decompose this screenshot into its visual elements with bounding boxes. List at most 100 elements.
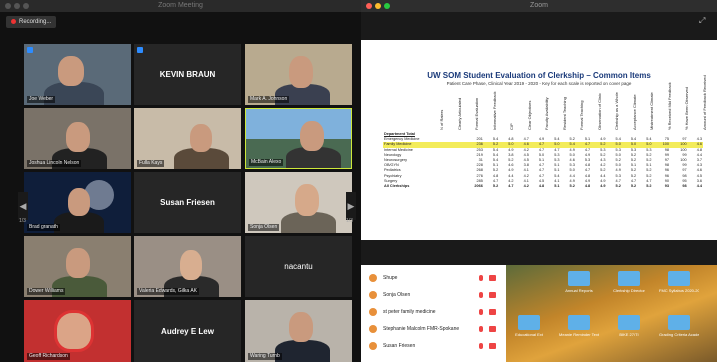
- maximize-window-icon[interactable]: [23, 3, 29, 9]
- muted-mic-icon[interactable]: [479, 326, 483, 332]
- muted-mic-icon[interactable]: [479, 343, 483, 349]
- video-tile[interactable]: Sonja Olsen: [245, 172, 352, 233]
- participant-list-item[interactable]: Sonja Olsen: [361, 288, 506, 302]
- table-cell: 5.1: [554, 184, 560, 189]
- participant-list-item[interactable]: Shupe: [361, 271, 506, 285]
- participant-name: Dower Williams: [27, 288, 66, 295]
- participant-name-placeholder: Susan Friesen: [160, 198, 215, 207]
- previous-page-button[interactable]: ◀: [18, 192, 28, 220]
- table-cell: 5.2: [615, 184, 621, 189]
- table-cell: 4.8: [538, 184, 545, 189]
- folder-icon[interactable]: [568, 315, 590, 330]
- video-tile[interactable]: Audrey E Lew: [134, 300, 241, 362]
- column-header: Informative Feedback: [491, 91, 497, 130]
- fullscreen-icon[interactable]: ⤢: [699, 16, 705, 26]
- close-window-icon[interactable]: [5, 3, 11, 9]
- column-header: Acceptance Climate: [631, 94, 637, 130]
- participant-name-placeholder: nacantu: [284, 262, 313, 271]
- video-tile-active-speaker[interactable]: McBain Alexo: [245, 108, 352, 169]
- folder-icon[interactable]: [618, 315, 640, 330]
- table-cell: 93: [664, 184, 670, 189]
- video-tile[interactable]: Joe Weber: [24, 44, 131, 105]
- muted-mic-icon[interactable]: [479, 292, 483, 298]
- page-indicator-right: 1/3: [346, 218, 353, 224]
- column-header: Mistreatment Climate: [649, 92, 654, 130]
- column-header: Observation of Clinic: [596, 93, 602, 130]
- column-header: % Have Been Observed: [684, 87, 689, 130]
- participant-name: Mark A. Johnson: [248, 96, 290, 103]
- table-cell: 4.2: [523, 184, 529, 189]
- participant-name: Waring Turnb: [248, 353, 282, 360]
- table-row: All Clerkships 2066 5.2 4.7 4.2 4.8 5.1 5.2 4.8 4…: [383, 184, 703, 189]
- column-header: N of Raters: [439, 109, 444, 130]
- video-tile[interactable]: nacantu: [245, 236, 352, 297]
- desktop-file-label: FMC Syllabus 2020-2021.pdf: [659, 288, 699, 293]
- video-off-icon[interactable]: [489, 275, 496, 281]
- window-title: Zoom: [530, 2, 548, 9]
- table-cell: 2066: [474, 184, 483, 189]
- folder-icon[interactable]: [568, 271, 590, 286]
- participant-list-item[interactable]: st peter family medicine: [361, 305, 506, 319]
- muted-mic-icon[interactable]: [479, 309, 483, 315]
- participant-face: [300, 121, 324, 151]
- muted-mic-icon[interactable]: [479, 275, 483, 281]
- participant-list-item[interactable]: Stephanie Malcolm FMR-Spokane: [361, 322, 506, 336]
- participant-list-item[interactable]: Susan Friesen: [361, 339, 506, 353]
- participant-name: Joshua Lincoln Nelson: [27, 160, 82, 167]
- video-tile[interactable]: Geoff Richardson: [24, 300, 131, 362]
- maximize-window-icon[interactable]: [384, 3, 390, 9]
- video-tile[interactable]: Susan Friesen: [134, 172, 241, 233]
- participant-name-placeholder: KEVIN BRAUN: [159, 70, 216, 79]
- chevron-right-icon: ▶: [347, 201, 355, 211]
- folder-icon[interactable]: [668, 271, 690, 286]
- video-off-icon[interactable]: [489, 326, 496, 332]
- participant-face: [54, 310, 94, 352]
- column-header: Clearly Articulated: [456, 97, 462, 130]
- close-window-icon[interactable]: [366, 3, 372, 9]
- participant-face: [180, 250, 202, 280]
- table-cell: 4.7: [508, 184, 514, 189]
- participants-panel: Shupe Sonja Olsen st peter family medicine…: [361, 265, 506, 362]
- recording-dot-icon: [11, 18, 16, 24]
- video-tile[interactable]: Brad granath: [24, 172, 131, 233]
- minimize-window-icon[interactable]: [14, 3, 20, 9]
- video-tile[interactable]: Fulla Kays: [134, 108, 241, 169]
- video-off-icon[interactable]: [489, 309, 496, 315]
- desktop-file-label: Grading Criteria Academic...2021.pdf: [659, 332, 699, 337]
- video-off-icon[interactable]: [489, 292, 496, 298]
- folder-icon[interactable]: [618, 271, 640, 286]
- participant-name: Fulla Kays: [137, 160, 165, 167]
- table-cell: 5.2: [646, 184, 652, 189]
- video-off-icon[interactable]: [489, 343, 496, 349]
- column-header: Formal Evaluation: [474, 97, 479, 130]
- video-tile[interactable]: Mark A. Johnson: [245, 44, 352, 105]
- desktop-file-label: Meanie Reminder Text: [559, 332, 599, 337]
- table-cell: 4.8: [584, 184, 591, 189]
- shared-slide: UW SOM Student Evaluation of Clerkship –…: [361, 40, 717, 240]
- zoom-gallery-window: Zoom Meeting Recording... Joe Weber KEVI…: [0, 0, 361, 362]
- participant-body: [275, 340, 330, 362]
- column-header: Amount of Feedback Received: [701, 75, 707, 130]
- participant-list-name: Sonja Olsen: [383, 292, 411, 298]
- participant-list-name: st peter family medicine: [383, 309, 436, 315]
- video-tile[interactable]: Valeria Edwards, Gilka AK: [134, 236, 241, 297]
- pin-icon: [27, 47, 33, 53]
- video-tile[interactable]: KEVIN BRAUN: [134, 44, 241, 105]
- avatar: [369, 274, 377, 282]
- avatar: [369, 291, 377, 299]
- next-page-button[interactable]: ▶: [346, 192, 356, 220]
- video-tile[interactable]: Waring Turnb: [245, 300, 352, 362]
- desktop-wallpaper: Annual Reports Clerkship Director FMC Syll…: [506, 265, 717, 362]
- column-header: Resident Teaching: [561, 97, 567, 130]
- table-cell: 5.2: [492, 184, 499, 189]
- video-tile[interactable]: Dower Williams: [24, 236, 131, 297]
- folder-icon[interactable]: [518, 315, 540, 330]
- folder-icon[interactable]: [668, 315, 690, 330]
- desktop-file-label: Clerkship Director: [613, 288, 645, 293]
- video-tile[interactable]: Joshua Lincoln Nelson: [24, 108, 131, 169]
- column-header: Clear Objectives: [526, 100, 532, 130]
- minimize-window-icon[interactable]: [375, 3, 381, 9]
- participant-face: [289, 56, 313, 88]
- recording-indicator[interactable]: Recording...: [6, 16, 57, 28]
- avatar: [369, 342, 377, 350]
